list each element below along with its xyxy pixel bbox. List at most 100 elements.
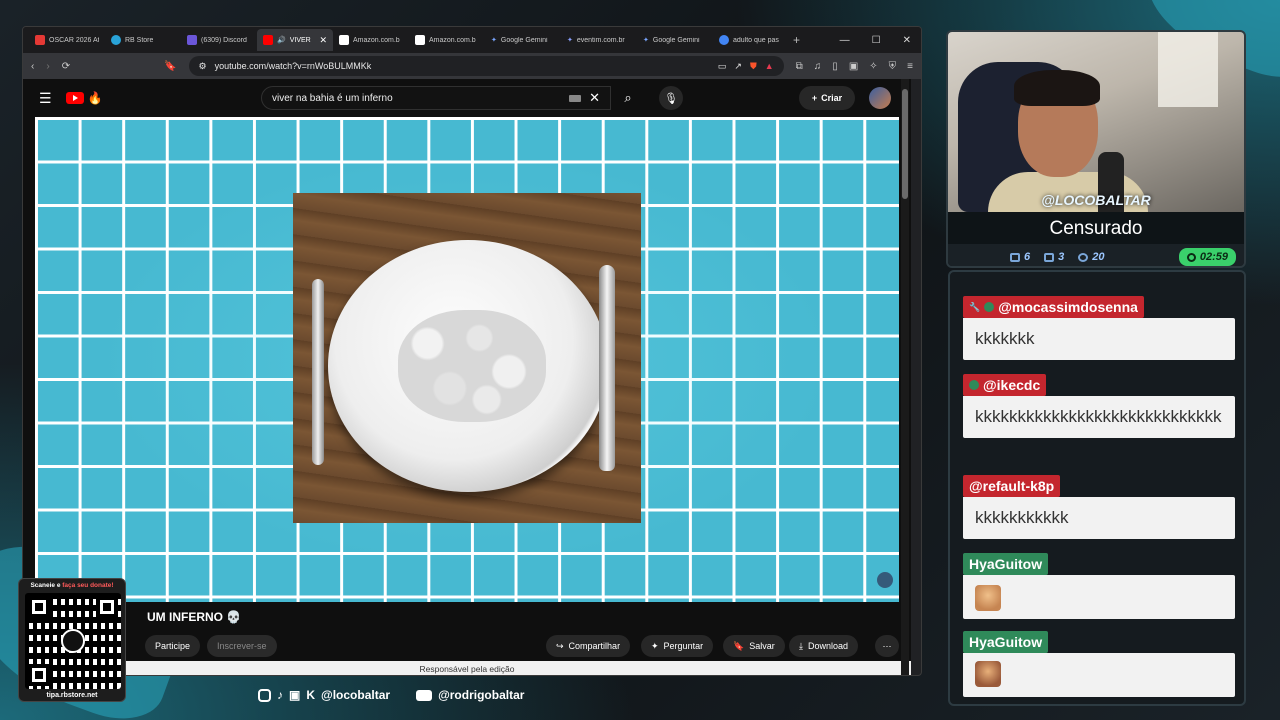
chat-count-value: 6 <box>1024 251 1031 263</box>
minimize-icon[interactable]: — <box>840 35 850 46</box>
sidebar-icon[interactable]: ▯ <box>832 61 838 72</box>
subscribe-button[interactable]: Inscrever-se <box>207 635 277 657</box>
amazon-favicon-icon <box>415 35 425 45</box>
tab-label: VIVER <box>289 36 311 44</box>
subscribe-label: Inscrever-se <box>217 641 267 651</box>
mic-icon: 🎙 <box>664 92 678 105</box>
stream-timer: 02:59 <box>1178 248 1236 266</box>
scrollbar-thumb[interactable] <box>902 89 908 199</box>
qr-caption-plain: Scaneie e <box>30 582 63 589</box>
social-handle-rodrigobaltar: @rodrigobaltar <box>438 688 525 702</box>
wallet-icon[interactable]: ▣ <box>849 61 858 72</box>
join-label: Participe <box>155 641 191 651</box>
qr-caption-highlight: faça seu donate! <box>62 582 114 589</box>
social-handles: ♪ ▣ K @locobaltar @rodrigobaltar <box>258 688 524 702</box>
close-window-icon[interactable]: ✕ <box>903 35 911 46</box>
browser-tab-active[interactable]: 🔊 VIVER ✕ <box>257 29 333 51</box>
donate-qr-panel: Scaneie e faça seu donate! tipa.rbstore.… <box>18 578 126 702</box>
bookmark-icon[interactable]: 🔖 <box>164 61 176 72</box>
browser-tab[interactable]: Amazon.com.b <box>333 29 409 51</box>
youtube-logo-icon[interactable] <box>65 92 84 104</box>
tab-label: adulto que pas <box>733 36 779 44</box>
chat-username[interactable]: @refault-k8p <box>963 475 1061 497</box>
editor-credit-text: Responsável pela edição <box>419 664 515 674</box>
tab-label: eventim.com.br <box>576 36 625 44</box>
browser-tab[interactable]: adulto que pas <box>713 29 789 51</box>
maximize-icon[interactable]: ☐ <box>872 35 881 46</box>
qr-finder <box>96 596 118 618</box>
browser-tab[interactable]: ✦ eventim.com.br <box>561 29 637 51</box>
music-icon[interactable]: ♫ <box>814 61 822 72</box>
close-tab-icon[interactable]: ✕ <box>319 35 327 46</box>
instagram-icon <box>258 688 271 702</box>
search-button[interactable]: ⌕ <box>613 86 643 110</box>
qr-code-image[interactable] <box>25 593 121 689</box>
create-button[interactable]: + Criar <box>799 86 855 110</box>
browser-tab[interactable]: OSCAR 2026 At <box>29 29 105 51</box>
create-label: Criar <box>821 93 843 103</box>
cast-icon[interactable]: ▭ <box>718 61 727 72</box>
new-tab-icon[interactable]: + <box>793 33 800 47</box>
navigation-bar: ‹ › ⟳ 🔖 ⚙ youtube.com/watch?v=rnWoBULMMK… <box>23 53 921 79</box>
webcam-panel: @LOCOBALTAR Censurado 6 3 20 02:59 <box>946 30 1246 268</box>
tab-label: RB Store <box>125 36 154 44</box>
speaker-icon: 🔊 <box>277 37 286 44</box>
join-button[interactable]: Participe <box>145 635 201 657</box>
chat-username[interactable]: 🔧 @mocassimdosenna <box>963 296 1144 318</box>
chat-username[interactable]: @ikecdc <box>963 374 1047 396</box>
address-bar[interactable]: ⚙ youtube.com/watch?v=rnWoBULMMKk ▭ ↗ ⛊ … <box>188 56 784 76</box>
extensions-icon[interactable]: ⧉ <box>796 61 803 72</box>
tab-favicon-icon <box>187 35 197 45</box>
chat-message: @ikecdc kkkkkkkkkkkkkkkkkkkkkkkkkkkkk <box>963 374 1235 438</box>
chat-count: 6 <box>1010 251 1030 263</box>
youtube-icon <box>416 689 433 701</box>
qr-finder <box>28 664 50 686</box>
search-icon: ⌕ <box>624 90 632 105</box>
qr-logo-icon <box>61 629 85 653</box>
viewer-count-value: 20 <box>1092 251 1105 263</box>
forward-icon[interactable]: › <box>46 61 49 72</box>
page-scrollbar[interactable] <box>901 79 909 675</box>
share-icon[interactable]: ↗ <box>734 61 742 72</box>
download-icon: ⤓ <box>799 640 803 651</box>
leo-icon[interactable]: ✧ <box>869 61 877 72</box>
hamburger-menu-icon[interactable]: ☰ <box>39 90 52 107</box>
browser-tab[interactable]: ✦ Google Gemini <box>637 29 713 51</box>
search-input[interactable]: viver na bahia é um inferno ✕ <box>261 86 611 110</box>
menu-icon[interactable]: ≡ <box>907 61 913 72</box>
tab-label: Google Gemini <box>500 36 548 44</box>
reload-icon[interactable]: ⟳ <box>62 61 70 72</box>
save-button[interactable]: 🔖 Salvar <box>723 635 785 657</box>
youtube-page: ☰ 🔥 viver na bahia é um inferno ✕ ⌕ 🎙 + C… <box>23 79 911 675</box>
ask-button[interactable]: ✦ Perguntar <box>641 635 714 657</box>
chat-message-text: kkkkkkkkkkkkkkkkkkkkkkkkkkkkk <box>963 396 1235 438</box>
site-info-icon[interactable]: ⚙ <box>199 61 207 72</box>
clear-search-icon[interactable]: ✕ <box>589 90 600 106</box>
chat-message-text: kkkkkkkkkkk <box>963 497 1235 539</box>
vpn-icon[interactable]: ⛨ <box>889 61 897 72</box>
back-icon[interactable]: ‹ <box>31 61 34 72</box>
account-avatar[interactable] <box>869 87 891 109</box>
share-button[interactable]: ↪ Compartilhar <box>546 635 631 657</box>
chat-message-emote <box>963 575 1235 619</box>
channel-watermark-icon[interactable] <box>877 572 893 588</box>
chat-username[interactable]: HyaGuitow <box>963 631 1049 653</box>
qr-finder <box>28 596 50 618</box>
gemini-icon: ✦ <box>643 37 649 44</box>
keyboard-icon[interactable] <box>569 94 582 102</box>
rewards-icon[interactable]: ▲ <box>765 61 774 71</box>
voice-search-button[interactable]: 🎙 <box>659 86 683 110</box>
browser-tab[interactable]: Amazon.com.b <box>409 29 485 51</box>
video-player[interactable] <box>35 117 899 602</box>
download-button[interactable]: ⤓ Download <box>789 635 859 657</box>
browser-tab[interactable]: RB Store <box>105 29 181 51</box>
browser-tab[interactable]: ✦ Google Gemini <box>485 29 561 51</box>
viewer-count: 20 <box>1078 251 1105 263</box>
google-favicon-icon <box>719 35 729 45</box>
more-actions-button[interactable]: ⋯ <box>875 635 899 657</box>
eventim-icon: ✦ <box>567 37 573 44</box>
brave-shield-icon[interactable]: ⛊ <box>750 61 757 72</box>
browser-tab[interactable]: (6309) Discord <box>181 29 257 51</box>
chat-icon <box>1010 252 1020 262</box>
chat-username[interactable]: HyaGuitow <box>963 553 1049 575</box>
